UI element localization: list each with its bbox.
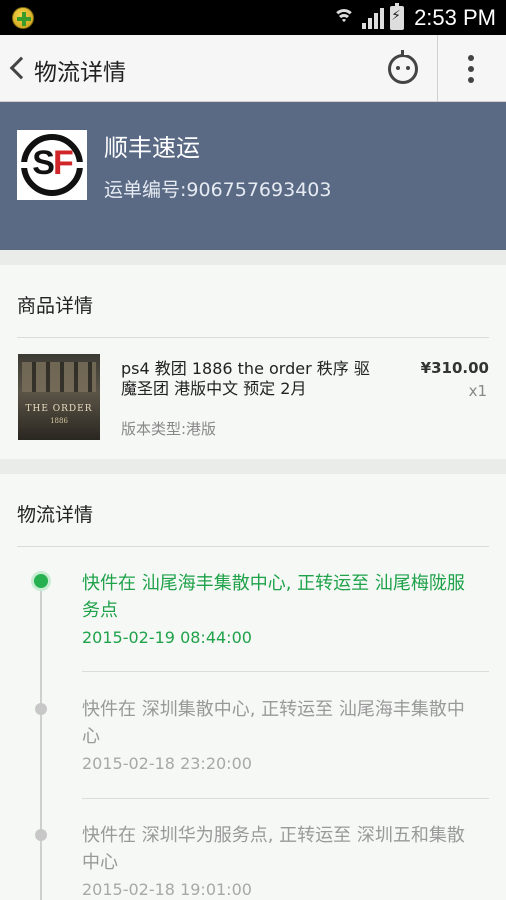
event-divider [82, 671, 489, 672]
courier-header: SF 顺丰速运 运单编号:906757693403 [0, 102, 506, 250]
wifi-icon [332, 7, 356, 29]
timeline-dot [35, 703, 47, 715]
divider [17, 546, 489, 547]
event-time: 2015-02-18 19:01:00 [82, 880, 252, 899]
app-notification-icon [12, 7, 34, 29]
customer-service-icon[interactable] [388, 50, 418, 84]
status-bar: 2:53 PM [0, 0, 506, 35]
logistics-card: 物流详情 快件在 汕尾海丰集散中心, 正转运至 汕尾梅陇服务点 2015-02-… [0, 474, 506, 900]
product-thumbnail[interactable]: THE ORDER 1886 [18, 354, 100, 440]
event-description: 快件在 深圳集散中心, 正转运至 汕尾海丰集散中心 [82, 699, 465, 747]
timeline-dot [35, 829, 47, 841]
waybill-number: 运单编号:906757693403 [104, 179, 332, 201]
timeline-line [40, 577, 42, 900]
back-arrow-icon[interactable] [6, 53, 28, 83]
product-section-header: 商品详情 [17, 295, 94, 317]
event-time: 2015-02-19 08:44:00 [82, 628, 252, 647]
product-quantity: x1 [468, 382, 487, 400]
battery-charging-icon [390, 3, 405, 30]
timeline-event: 快件在 深圳集散中心, 正转运至 汕尾海丰集散中心 2015-02-18 23:… [82, 696, 482, 773]
toolbar-divider [437, 35, 438, 102]
cover-title: THE ORDER [25, 404, 93, 414]
timeline-event: 快件在 汕尾海丰集散中心, 正转运至 汕尾梅陇服务点 2015-02-19 08… [82, 570, 482, 647]
cover-subtitle: 1886 [50, 417, 68, 425]
sf-express-logo: SF [17, 130, 87, 200]
timeline-dot-current [31, 571, 51, 591]
page-title: 物流详情 [34, 60, 126, 86]
timeline-event: 快件在 深圳华为服务点, 正转运至 深圳五和集散中心 2015-02-18 19… [82, 822, 482, 899]
divider [17, 337, 489, 338]
product-variant: 版本类型:港版 [121, 420, 217, 438]
product-name[interactable]: ps4 教团 1886 the order 秩序 驱魔圣团 港版中文 预定 2月 [121, 359, 383, 399]
event-time: 2015-02-18 23:20:00 [82, 754, 252, 773]
product-price: ¥310.00 [420, 359, 489, 377]
signal-icon [362, 7, 385, 29]
product-card: 商品详情 THE ORDER 1886 ps4 教团 1886 the orde… [0, 265, 506, 459]
status-time: 2:53 PM [414, 5, 496, 30]
courier-name: 顺丰速运 [104, 134, 200, 162]
sf-logo-text: SF [32, 144, 73, 182]
event-description: 快件在 深圳华为服务点, 正转运至 深圳五和集散中心 [82, 825, 465, 873]
event-divider [82, 798, 489, 799]
more-options-icon[interactable] [468, 55, 474, 83]
action-bar: 物流详情 [0, 35, 506, 102]
event-description: 快件在 汕尾海丰集散中心, 正转运至 汕尾梅陇服务点 [82, 573, 465, 621]
logistics-section-header: 物流详情 [17, 504, 94, 526]
